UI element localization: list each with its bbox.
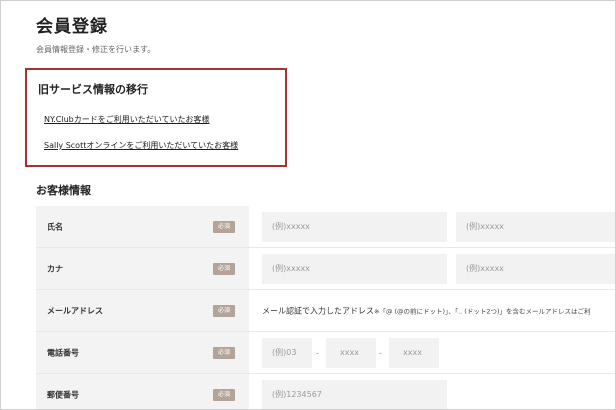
first-name-kana-input[interactable] [456, 253, 615, 284]
email-label: メールアドレス [47, 306, 103, 315]
required-badge: 必須 [213, 346, 235, 359]
page-title: 会員登録 [36, 17, 108, 37]
page-subtitle: 会員情報登録・修正を行います。 [36, 45, 156, 54]
sally-scott-migration-link[interactable]: Sally Scottオンラインをご利用いただいていたお客様 [44, 140, 238, 151]
phone-last-input[interactable] [389, 337, 439, 368]
legacy-migration-panel: 旧サービス情報の移行 NY.Clubカードをご利用いただいていたお客様 Sall… [25, 68, 287, 167]
phone-middle-input[interactable] [326, 337, 376, 368]
ny-club-migration-link[interactable]: NY.Clubカードをご利用いただいていたお客様 [44, 114, 210, 125]
required-badge: 必須 [213, 304, 235, 317]
postal-label: 郵便番号 [47, 390, 79, 399]
required-badge: 必須 [213, 220, 235, 233]
email-note-main: メール認証で入力したアドレス [262, 306, 374, 315]
kana-label: カナ [47, 264, 63, 273]
customer-info-title: お客様情報 [36, 184, 91, 197]
last-name-input[interactable] [262, 211, 447, 242]
phone-label-cell: 電話番号 必須 [36, 332, 249, 373]
email-row: メールアドレス 必須 メール認証で入力したアドレス※「@ (@の前にドット)」、… [36, 290, 615, 332]
name-row: 氏名 必須 [36, 206, 615, 248]
email-label-cell: メールアドレス 必須 [36, 290, 249, 331]
name-label-cell: 氏名 必須 [36, 206, 249, 247]
last-name-kana-input[interactable] [262, 253, 447, 284]
phone-row: 電話番号 必須 - - [36, 332, 615, 374]
phone-separator: - [316, 348, 319, 357]
name-label: 氏名 [47, 222, 63, 231]
required-badge: 必須 [213, 262, 235, 275]
email-note-caution: ※「@ (@の前にドット)」、「.. (ドット2つ)」を含むメールアドレスはご利 [374, 307, 591, 315]
postal-label-cell: 郵便番号 必須 [36, 374, 249, 409]
postal-row: 郵便番号 必須 [36, 374, 615, 409]
postal-code-input[interactable] [262, 379, 447, 409]
required-badge: 必須 [213, 388, 235, 401]
legacy-migration-title: 旧サービス情報の移行 [38, 83, 148, 96]
kana-label-cell: カナ 必須 [36, 248, 249, 289]
phone-separator: - [379, 348, 382, 357]
first-name-input[interactable] [456, 211, 615, 242]
phone-label: 電話番号 [47, 348, 79, 357]
customer-info-form: 氏名 必須 カナ 必須 メールアドレス 必須 メール認証で入力したアドレス※「@… [36, 206, 615, 409]
kana-row: カナ 必須 [36, 248, 615, 290]
email-note: メール認証で入力したアドレス※「@ (@の前にドット)」、「.. (ドット2つ)… [262, 305, 591, 316]
phone-area-input[interactable] [262, 337, 312, 368]
registration-page: 会員登録 会員情報登録・修正を行います。 旧サービス情報の移行 NY.Clubカ… [0, 0, 616, 410]
